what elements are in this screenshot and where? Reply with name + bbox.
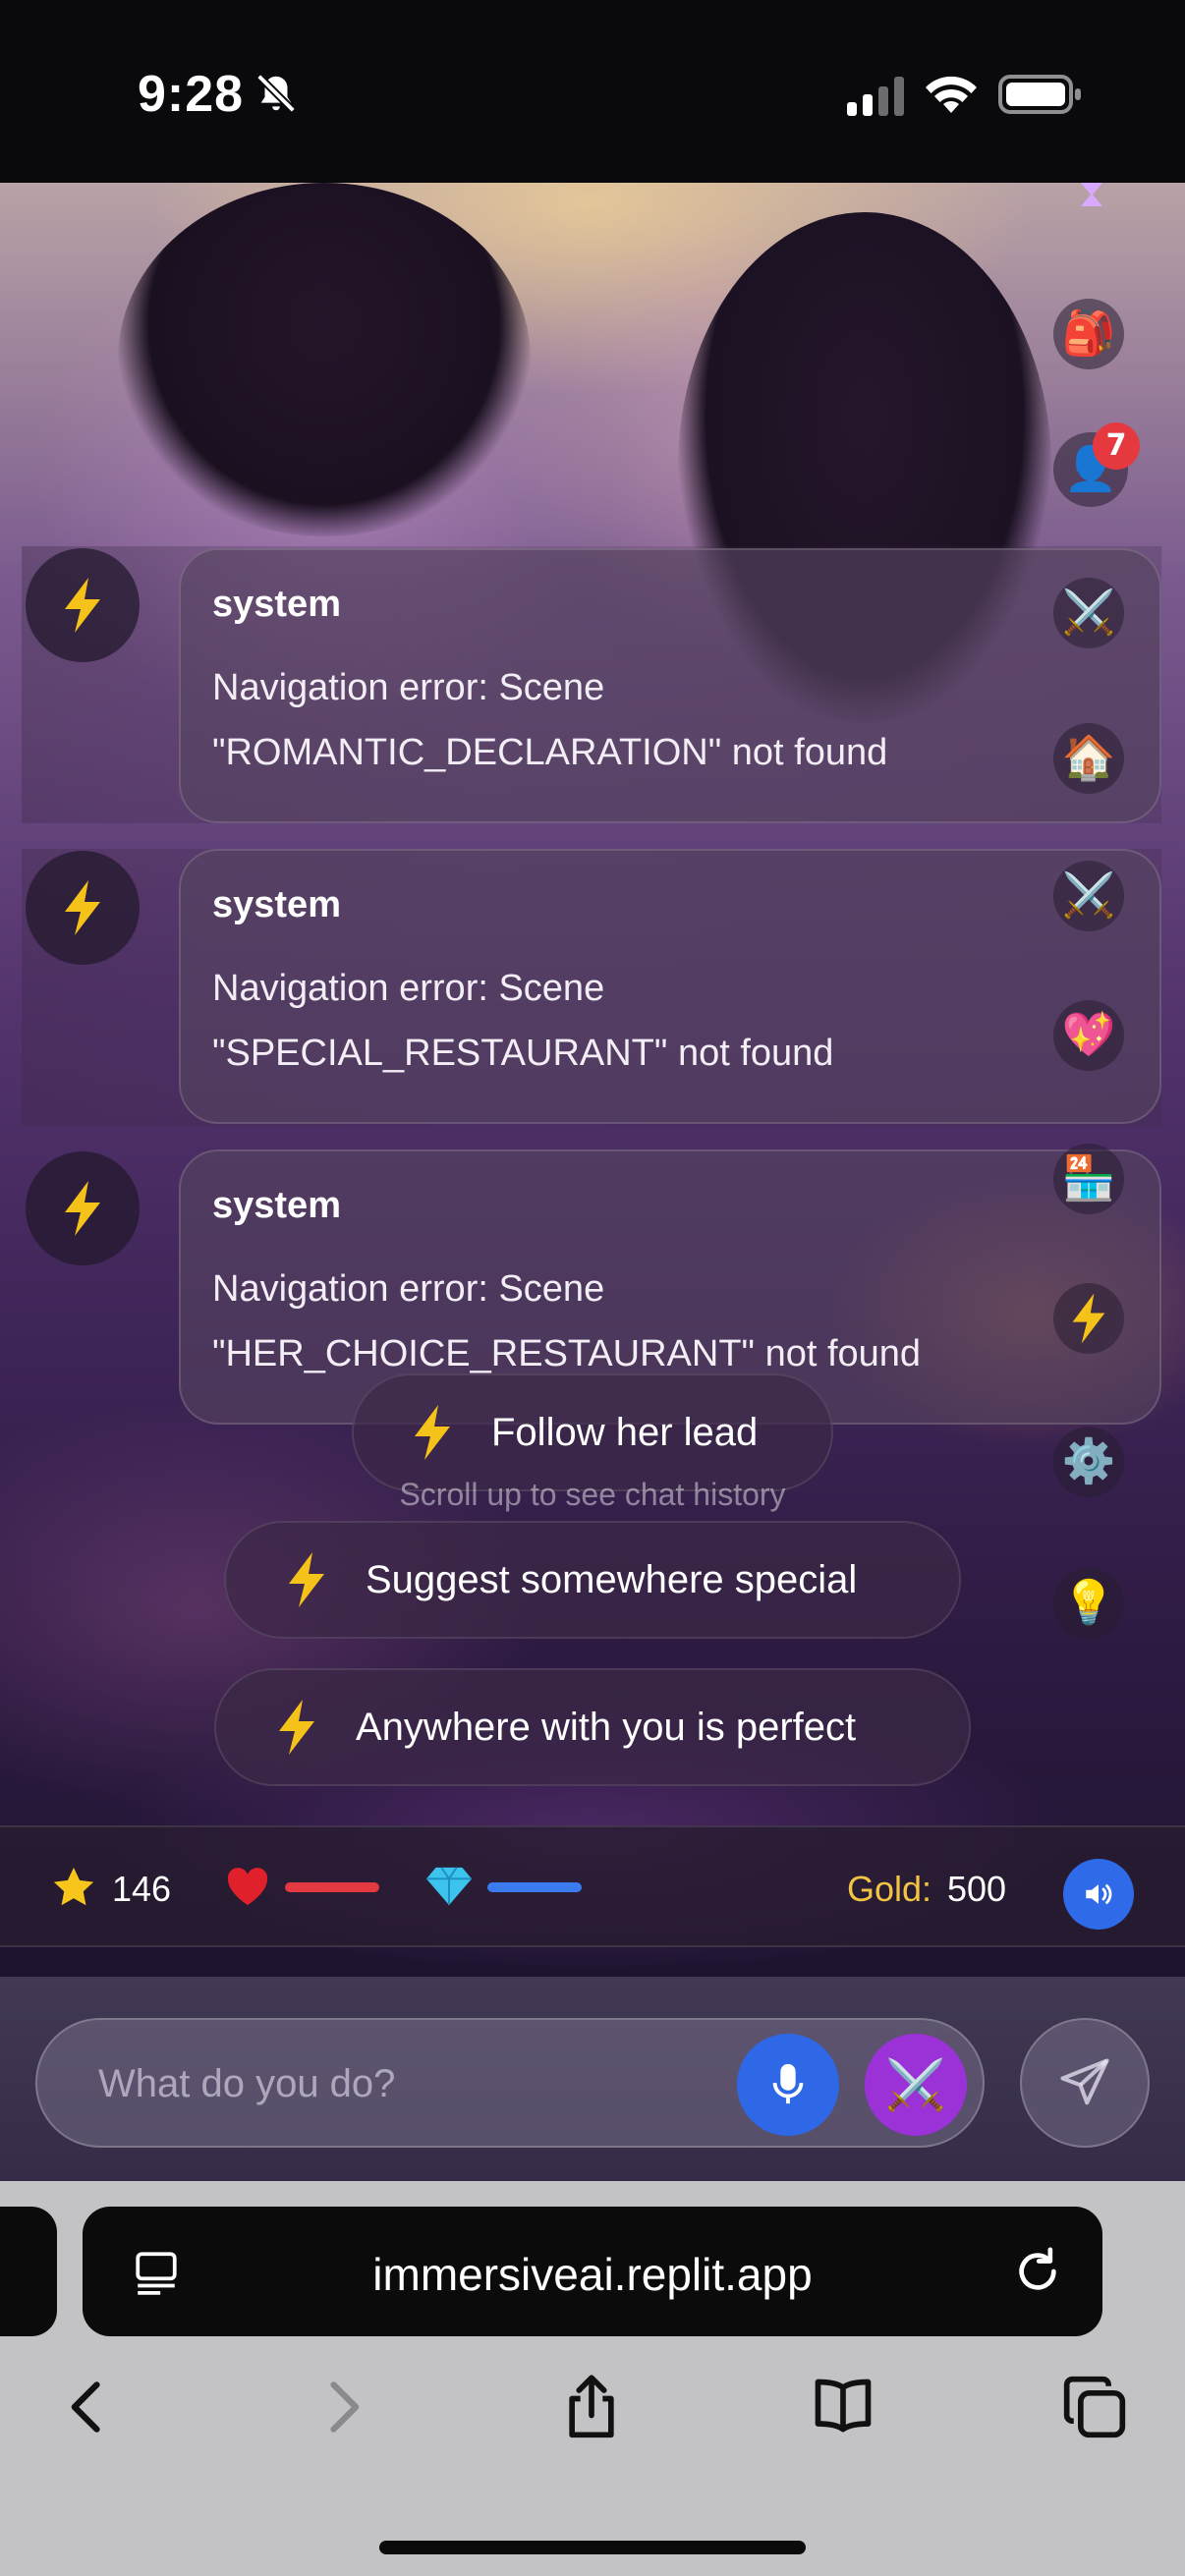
share-icon[interactable]: [558, 2374, 625, 2440]
speaker-icon: [1086, 1884, 1112, 1904]
crossed-swords-icon: ⚔️: [1061, 588, 1116, 638]
system-avatar: [26, 548, 140, 662]
health-bar: [285, 1882, 379, 1892]
choice-label: Anywhere with you is perfect: [356, 1705, 857, 1749]
crossed-swords-icon: ⚔️: [884, 2055, 947, 2113]
xp-value: 146: [112, 1869, 172, 1909]
forward-icon[interactable]: [309, 2374, 375, 2440]
lightning-icon: [289, 1552, 324, 1607]
scene-figure-left: [118, 183, 531, 536]
gold-label: Gold:: [847, 1869, 932, 1909]
battery-icon: [998, 75, 1081, 114]
back-icon[interactable]: [55, 2374, 122, 2440]
store-button[interactable]: 🏪: [1053, 1144, 1124, 1214]
status-bar: 9:28: [0, 0, 1185, 183]
status-time: 9:28: [138, 66, 245, 123]
battle-button-secondary[interactable]: ⚔️: [1053, 861, 1124, 931]
gem-icon: [426, 1867, 472, 1906]
voice-input-button[interactable]: [737, 2034, 839, 2136]
hint-button[interactable]: 💡: [1053, 1568, 1124, 1639]
tabs-icon[interactable]: [1061, 2374, 1128, 2440]
stats-bar: 146 Gold: 500: [0, 1825, 1185, 1947]
mana-bar: [487, 1882, 582, 1892]
star-icon: [53, 1867, 94, 1906]
send-button[interactable]: [1020, 2018, 1150, 2148]
wifi-icon: [926, 76, 977, 113]
composer-pill: ⚔️: [35, 2018, 985, 2148]
choice-label: Suggest somewhere special: [366, 1557, 858, 1601]
backpack-icon: 🎒: [1061, 308, 1116, 359]
message-line: Navigation error: Scene: [212, 1268, 605, 1310]
send-icon: [1060, 2058, 1109, 2105]
microphone-icon: [772, 2063, 804, 2104]
choice-button[interactable]: Suggest somewhere special: [224, 1521, 961, 1639]
lightning-icon: [65, 880, 100, 935]
lightning-icon: [415, 1405, 450, 1460]
lightning-icon: [65, 1181, 100, 1236]
sound-toggle-button[interactable]: [1063, 1859, 1134, 1930]
heart-icon: [227, 1868, 268, 1906]
cellular-signal-icon: [847, 77, 904, 116]
profile-button[interactable]: 👤 7: [1053, 422, 1140, 507]
lightning-icon: [1072, 1293, 1105, 1344]
backpack-button[interactable]: 🎒: [1053, 299, 1124, 369]
lightning-icon: [279, 1700, 314, 1755]
composer-bar: ⚔️: [0, 1977, 1185, 2181]
message-line: Navigation error: Scene: [212, 968, 605, 1009]
home-indicator[interactable]: [379, 2541, 806, 2554]
battle-button[interactable]: ⚔️: [1053, 578, 1124, 648]
bookmarks-icon[interactable]: [810, 2374, 876, 2440]
hourglass-icon: [1081, 183, 1102, 206]
message-line: "SPECIAL_RESTAURANT" not found: [212, 1033, 834, 1074]
convenience-store-icon: 🏪: [1061, 1153, 1116, 1204]
crossed-swords-icon: ⚔️: [1061, 870, 1116, 921]
previous-tab-preview[interactable]: [0, 2207, 57, 2336]
message-sender: system: [212, 884, 341, 925]
home-button[interactable]: 🏠: [1053, 723, 1124, 794]
address-bar[interactable]: immersiveai.replit.app: [83, 2207, 1102, 2336]
notification-badge: 7: [1093, 422, 1140, 470]
sparkling-heart-icon: 💖: [1061, 1010, 1116, 1060]
quick-action-button[interactable]: [1053, 1283, 1124, 1354]
romance-button[interactable]: 💖: [1053, 1000, 1124, 1071]
message-line: "ROMANTIC_DECLARATION" not found: [212, 732, 888, 773]
message-sender: system: [212, 584, 341, 625]
message-sender: system: [212, 1185, 341, 1226]
house-icon: 🏠: [1061, 733, 1116, 783]
choice-button[interactable]: Anywhere with you is perfect: [214, 1668, 971, 1786]
lightning-icon: [65, 578, 100, 633]
message-line: Navigation error: Scene: [212, 667, 605, 708]
bell-muted-icon: [256, 74, 296, 113]
choice-label: Follow her lead: [491, 1410, 759, 1454]
lightbulb-icon: 💡: [1061, 1578, 1116, 1628]
combat-action-button[interactable]: ⚔️: [865, 2034, 967, 2136]
action-input[interactable]: [98, 2059, 707, 2108]
url-text: immersiveai.replit.app: [372, 2249, 813, 2300]
choice-button[interactable]: Follow her lead: [352, 1373, 833, 1491]
system-message: system Navigation error: Scene "SPECIAL_…: [179, 849, 1161, 1124]
browser-toolbar: immersiveai.replit.app: [0, 2181, 1185, 2576]
system-message: system Navigation error: Scene "ROMANTIC…: [179, 548, 1161, 823]
reload-icon[interactable]: [1010, 2244, 1065, 2299]
gold-value: 500: [947, 1869, 1007, 1909]
system-avatar: [26, 851, 140, 965]
system-avatar: [26, 1151, 140, 1265]
scroll-hint: Scroll up to see chat history: [399, 1477, 786, 1512]
